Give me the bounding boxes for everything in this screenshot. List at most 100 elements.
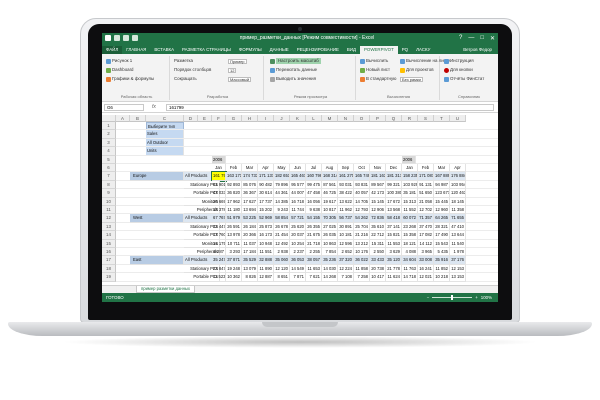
zoom-thumb[interactable] bbox=[451, 295, 454, 300]
table-cell[interactable]: 35 247 bbox=[212, 256, 226, 265]
table-cell[interactable]: 10 218 bbox=[434, 273, 450, 282]
row-header[interactable]: 18 bbox=[102, 264, 116, 274]
table-cell[interactable]: 15 445 bbox=[434, 197, 450, 206]
fx-icon[interactable]: fx bbox=[152, 104, 156, 110]
column-header[interactable]: B bbox=[130, 115, 146, 122]
table-cell[interactable]: 30 614 bbox=[258, 189, 274, 198]
table-cell[interactable]: 34 604 bbox=[402, 256, 418, 265]
table-cell[interactable]: 47 033 bbox=[212, 189, 226, 198]
table-cell[interactable]: 47 458 bbox=[306, 189, 322, 198]
table-cell[interactable]: 37 871 bbox=[226, 256, 242, 265]
table-cell[interactable]: 8 826 bbox=[242, 273, 258, 282]
table-cell[interactable]: 91 901 bbox=[212, 180, 226, 190]
table-cell[interactable]: 42 173 bbox=[370, 189, 386, 198]
table-cell[interactable]: 11 624 bbox=[386, 273, 402, 282]
table-cell[interactable]: 163 171 bbox=[226, 172, 242, 181]
table-cell[interactable]: 14 385 bbox=[274, 197, 290, 206]
table-cell[interactable]: 90 482 bbox=[258, 180, 274, 190]
table-cell[interactable]: 91 131 bbox=[418, 180, 434, 190]
table-cell[interactable]: 171 137 bbox=[258, 172, 274, 181]
table-cell[interactable]: 10 817 bbox=[322, 206, 338, 215]
table-cell[interactable]: 11 523 bbox=[212, 273, 226, 282]
table-cell[interactable]: 1 978 bbox=[450, 248, 466, 257]
ribbon-item[interactable]: Инструкция bbox=[444, 58, 474, 64]
table-cell[interactable]: 58 854 bbox=[274, 214, 290, 223]
table-cell[interactable]: 17 082 bbox=[418, 231, 434, 240]
table-cell[interactable]: 27 025 bbox=[322, 222, 338, 232]
table-cell[interactable]: 11 962 bbox=[338, 206, 354, 215]
row-header[interactable]: 17 bbox=[102, 256, 116, 265]
table-cell[interactable]: 21 216 bbox=[354, 231, 370, 240]
table-cell[interactable]: 20 366 bbox=[242, 231, 258, 240]
table-cell[interactable]: 17 490 bbox=[434, 231, 450, 240]
column-header[interactable]: N bbox=[338, 115, 354, 122]
table-cell[interactable]: 36 022 bbox=[354, 256, 370, 265]
table-cell[interactable]: 10 176 bbox=[354, 248, 370, 257]
table-cell[interactable]: 64 265 bbox=[434, 214, 450, 223]
table-cell[interactable]: 11 858 bbox=[354, 264, 370, 274]
table-cell[interactable]: 56 737 bbox=[338, 214, 354, 223]
table-cell[interactable]: 32 447 bbox=[212, 222, 226, 232]
table-cell[interactable]: 26 184 bbox=[242, 222, 258, 232]
table-cell[interactable]: 15 313 bbox=[402, 197, 418, 206]
ribbon-item[interactable]: В стандартную bbox=[360, 76, 396, 82]
table-cell[interactable]: 37 176 bbox=[450, 256, 466, 265]
table-cell[interactable]: 70 305 bbox=[322, 214, 338, 223]
table-cell[interactable]: 37 141 bbox=[386, 222, 402, 232]
dropdown[interactable]: Массовый bbox=[228, 76, 252, 82]
table-cell[interactable]: 36 367 bbox=[242, 189, 258, 198]
table-cell[interactable]: 44 007 bbox=[290, 189, 306, 198]
table-cell[interactable]: 12 492 bbox=[274, 239, 290, 248]
table-cell[interactable]: 36 053 bbox=[290, 256, 306, 265]
zoom-out-icon[interactable]: − bbox=[427, 295, 430, 300]
table-cell[interactable]: 54 155 bbox=[306, 214, 322, 223]
ribbon-item[interactable]: Новый лист bbox=[360, 67, 390, 73]
table-cell[interactable]: 10 948 bbox=[258, 239, 274, 248]
column-header[interactable]: O bbox=[354, 115, 370, 122]
ribbon-tab[interactable]: PQ bbox=[398, 46, 412, 54]
table-cell[interactable]: 14 030 bbox=[322, 264, 338, 274]
table-cell[interactable]: 17 672 bbox=[386, 197, 402, 206]
table-cell[interactable]: 11 037 bbox=[242, 239, 258, 248]
table-cell[interactable]: 71 357 bbox=[418, 214, 434, 223]
table-cell[interactable]: 13 568 bbox=[386, 206, 402, 215]
table-cell[interactable]: 26 035 bbox=[322, 231, 338, 240]
help-button[interactable]: ? bbox=[459, 35, 462, 42]
table-cell[interactable]: 13 153 bbox=[450, 273, 466, 282]
table-cell[interactable]: 20 669 bbox=[212, 197, 226, 206]
table-cell[interactable]: 11 180 bbox=[226, 206, 242, 215]
table-cell[interactable]: 21 718 bbox=[306, 239, 322, 248]
row-header[interactable]: 3 bbox=[102, 138, 116, 148]
table-cell[interactable]: 15 145 bbox=[370, 197, 386, 206]
table-cell[interactable]: 10 362 bbox=[226, 273, 242, 282]
redo-icon[interactable] bbox=[132, 35, 138, 41]
row-header[interactable]: 9 bbox=[102, 189, 116, 198]
table-cell[interactable]: 67 767 bbox=[212, 214, 226, 223]
table-cell[interactable]: 33 433 bbox=[370, 256, 386, 265]
column-header[interactable]: A bbox=[116, 115, 130, 122]
dropdown[interactable]: Без рамки bbox=[400, 76, 423, 82]
table-cell[interactable]: 11 653 bbox=[306, 264, 322, 274]
column-header[interactable]: M bbox=[322, 115, 338, 122]
row-header[interactable]: 19 bbox=[102, 273, 116, 282]
column-header[interactable]: T bbox=[434, 115, 450, 122]
save-icon[interactable] bbox=[114, 35, 120, 41]
ribbon-tab[interactable]: РАЗМЕТКА СТРАНИЦЫ bbox=[178, 46, 235, 54]
table-cell[interactable]: 15 311 bbox=[370, 239, 386, 248]
ribbon-tab[interactable]: ВСТАВКА bbox=[150, 46, 178, 54]
table-cell[interactable]: 100 380 bbox=[386, 189, 402, 198]
table-cell[interactable]: 103 929 bbox=[402, 180, 418, 190]
table-cell[interactable]: 93 831 bbox=[354, 180, 370, 190]
table-cell[interactable]: 19 248 bbox=[226, 264, 242, 274]
table-cell[interactable]: 123 677 bbox=[434, 189, 450, 198]
table-cell[interactable]: 168 314 bbox=[322, 172, 338, 181]
table-cell[interactable]: 181 163 bbox=[370, 172, 386, 181]
table-cell[interactable]: 19 617 bbox=[322, 197, 338, 206]
column-header[interactable]: J bbox=[274, 115, 290, 122]
column-header[interactable]: H bbox=[242, 115, 258, 122]
table-cell[interactable]: 20 037 bbox=[290, 231, 306, 240]
table-cell[interactable]: 17 760 bbox=[212, 231, 226, 240]
table-cell[interactable]: 14 268 bbox=[322, 273, 338, 282]
table-cell[interactable]: 14 549 bbox=[290, 264, 306, 274]
table-cell[interactable]: 103 954 bbox=[450, 180, 466, 190]
